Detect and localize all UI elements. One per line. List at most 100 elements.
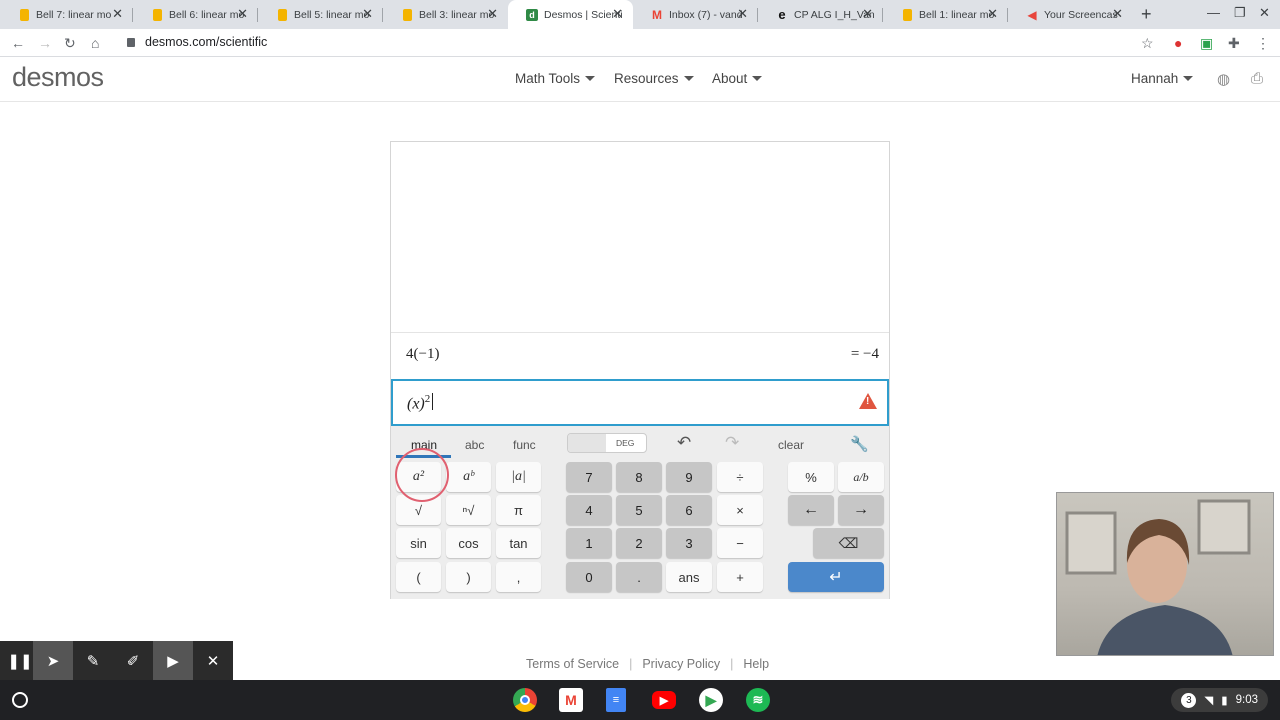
browser-tab[interactable]: Bell 1: linear mo ✕	[883, 0, 1008, 29]
user-menu[interactable]: Hannah	[1131, 71, 1194, 86]
key-left-paren[interactable]: (	[396, 562, 441, 592]
launcher-icon[interactable]	[12, 692, 28, 708]
enter-key[interactable]: ↵	[788, 562, 884, 592]
chrome-icon[interactable]	[513, 688, 537, 712]
reload-icon[interactable]: ↻	[64, 34, 76, 52]
status-tray[interactable]: 3 ◥ ▮ 9:03	[1171, 688, 1268, 712]
key-tan[interactable]: tan	[496, 528, 541, 558]
key-add[interactable]: +	[717, 562, 763, 592]
clear-button[interactable]: clear	[778, 438, 804, 452]
close-icon[interactable]: ✕	[612, 7, 623, 21]
language-globe-icon[interactable]: ◍	[1217, 70, 1230, 88]
terms-link[interactable]: Terms of Service	[526, 657, 619, 671]
key-ans[interactable]: ans	[666, 562, 712, 592]
eraser-tool-icon[interactable]: ✐	[113, 641, 153, 680]
spotify-icon[interactable]: ≋	[746, 688, 770, 712]
menu-about[interactable]: About	[712, 71, 763, 86]
key-right-paren[interactable]: )	[446, 562, 491, 592]
extension-classroom-icon[interactable]: ▣	[1200, 34, 1213, 52]
key-1[interactable]: 1	[566, 528, 612, 558]
forward-icon[interactable]: →	[38, 34, 52, 52]
key-fraction[interactable]: a/b	[838, 462, 884, 492]
key-9[interactable]: 9	[666, 462, 712, 492]
backspace-key[interactable]: ⌫	[813, 528, 884, 558]
extensions-puzzle-icon[interactable]: ✚	[1228, 34, 1240, 52]
close-icon[interactable]: ✕	[237, 7, 248, 21]
key-cos[interactable]: cos	[446, 528, 491, 558]
close-icon[interactable]: ✕	[987, 7, 998, 21]
angle-mode-toggle[interactable]: DEG	[567, 433, 647, 453]
browser-tab[interactable]: ◀ Your Screencas ✕	[1008, 0, 1133, 29]
key-comma[interactable]: ,	[496, 562, 541, 592]
key-subtract[interactable]: −	[717, 528, 763, 558]
restore-button[interactable]: ❐	[1234, 5, 1246, 21]
back-icon[interactable]: ←	[11, 34, 25, 52]
key-percent[interactable]: %	[788, 462, 834, 492]
key-2[interactable]: 2	[616, 528, 662, 558]
undo-icon[interactable]: ↶	[677, 433, 691, 453]
settings-wrench-icon[interactable]: 🔧	[850, 435, 869, 453]
new-tab-button[interactable]: +	[1141, 4, 1152, 25]
pen-tool-icon[interactable]: ✎	[73, 641, 113, 680]
key-multiply[interactable]: ×	[717, 495, 763, 525]
key-5[interactable]: 5	[616, 495, 662, 525]
expression-input[interactable]: (x)2 !	[391, 379, 889, 426]
key-decimal[interactable]: .	[616, 562, 662, 592]
menu-math-tools[interactable]: Math Tools	[515, 71, 596, 86]
browser-tab[interactable]: Bell 6: linear mo ✕	[133, 0, 258, 29]
close-icon[interactable]: ✕	[737, 7, 748, 21]
minimize-button[interactable]: —	[1207, 5, 1220, 20]
close-icon[interactable]: ✕	[862, 7, 873, 21]
close-icon[interactable]: ✕	[487, 7, 498, 21]
key-3[interactable]: 3	[666, 528, 712, 558]
redo-icon[interactable]: ↷	[725, 433, 739, 453]
key-pi[interactable]: π	[496, 495, 541, 525]
desmos-logo[interactable]: desmos	[12, 62, 104, 93]
gmail-icon[interactable]: M	[559, 688, 583, 712]
privacy-link[interactable]: Privacy Policy	[642, 657, 720, 671]
keypad-tab-abc[interactable]: abc	[465, 438, 484, 452]
kebab-menu-icon[interactable]: ⋮	[1256, 34, 1270, 52]
close-window-button[interactable]: ✕	[1259, 5, 1270, 21]
extension-record-icon[interactable]: ●	[1174, 34, 1182, 52]
key-6[interactable]: 6	[666, 495, 712, 525]
close-icon[interactable]: ✕	[1112, 7, 1123, 21]
menu-resources[interactable]: Resources	[614, 71, 694, 86]
menu-label: About	[712, 71, 748, 86]
play-store-icon[interactable]: ▶	[699, 688, 723, 712]
youtube-icon[interactable]: ▶	[652, 691, 676, 709]
cursor-tool-icon[interactable]: ➤	[33, 641, 73, 680]
address-bar[interactable]: desmos.com/scientific	[145, 35, 267, 49]
key-left-arrow[interactable]: ←	[788, 495, 834, 525]
keypad-tab-func[interactable]: func	[513, 438, 536, 452]
browser-tab[interactable]: e CP ALG I_H_Van ✕	[758, 0, 883, 29]
key-sin[interactable]: sin	[396, 528, 441, 558]
webcam-icon[interactable]: ▶	[153, 641, 193, 680]
print-icon[interactable]: ⎙	[1251, 70, 1263, 87]
google-docs-icon[interactable]: ≡	[606, 688, 626, 712]
browser-tab[interactable]: Bell 5: linear mo ✕	[258, 0, 383, 29]
help-link[interactable]: Help	[743, 657, 769, 671]
home-icon[interactable]: ⌂	[91, 34, 99, 52]
warning-icon[interactable]: !	[859, 393, 877, 409]
close-icon[interactable]: ✕	[112, 7, 123, 21]
history-row[interactable]: 4(−1) = −4	[391, 334, 889, 379]
browser-tab[interactable]: Bell 7: linear mo ✕	[0, 0, 133, 29]
key-a-power-b[interactable]: aᵇ	[446, 462, 491, 492]
key-0[interactable]: 0	[566, 562, 612, 592]
webcam-overlay[interactable]	[1056, 492, 1274, 656]
bookmark-star-icon[interactable]: ☆	[1141, 34, 1154, 52]
edpuzzle-icon: e	[778, 7, 786, 22]
key-7[interactable]: 7	[566, 462, 612, 492]
key-right-arrow[interactable]: →	[838, 495, 884, 525]
close-icon[interactable]: ✕	[193, 641, 233, 680]
browser-tab-active[interactable]: d Desmos | Scienti ✕	[508, 0, 633, 29]
key-divide[interactable]: ÷	[717, 462, 763, 492]
key-8[interactable]: 8	[616, 462, 662, 492]
key-abs[interactable]: |a|	[496, 462, 541, 492]
key-4[interactable]: 4	[566, 495, 612, 525]
browser-tab[interactable]: M Inbox (7) - vand ✕	[633, 0, 758, 29]
browser-tab[interactable]: Bell 3: linear mo ✕	[383, 0, 508, 29]
key-nth-root[interactable]: ⁿ√	[446, 495, 491, 525]
close-icon[interactable]: ✕	[362, 7, 373, 21]
